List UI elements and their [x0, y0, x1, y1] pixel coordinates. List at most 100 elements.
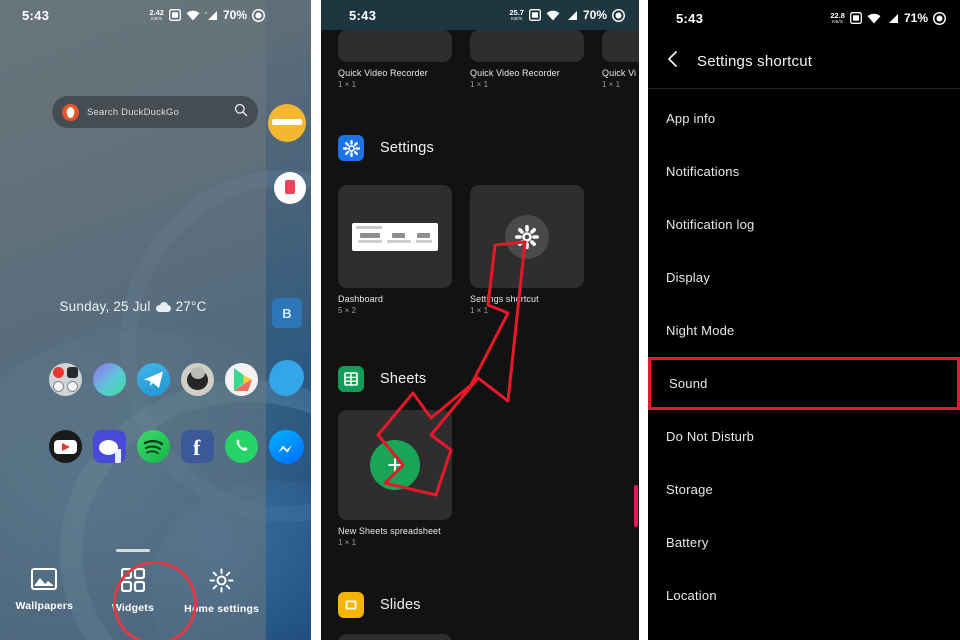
widget-thumbnail-dashboard[interactable]: [338, 185, 452, 288]
widget-thumbnail-new-sheet[interactable]: +: [338, 410, 452, 520]
widget-card-settings-shortcut[interactable]: Settings shortcut 1 × 1: [470, 185, 584, 315]
search-icon[interactable]: [234, 103, 248, 122]
widget-card[interactable]: Quick Video Recorder 1 × 1: [470, 30, 584, 89]
app-row-2: f: [49, 430, 302, 463]
list-item-app-info[interactable]: App info: [648, 92, 960, 145]
section-header-settings[interactable]: Settings: [338, 135, 434, 161]
widget-card-dashboard[interactable]: Dashboard 5 × 2: [338, 185, 452, 315]
gear-icon: [505, 214, 549, 259]
list-item-do-not-disturb[interactable]: Do Not Disturb: [648, 410, 960, 463]
widget-card[interactable]: [338, 634, 452, 640]
date-weather-widget[interactable]: Sunday, 25 Jul 27°C: [0, 299, 266, 314]
list-item-label: Battery: [666, 535, 709, 550]
wifi-icon: [546, 10, 560, 21]
app-row-1: [49, 363, 302, 396]
widget-size: 1 × 1: [470, 80, 489, 89]
search-bar[interactable]: Search DuckDuckGo: [52, 96, 258, 128]
signal-icon: x: [205, 10, 218, 21]
network-speed-indicator: 25.7 KB/S: [509, 8, 524, 21]
app-whatsapp[interactable]: [225, 430, 258, 463]
date-text: Sunday, 25 Jul: [59, 299, 151, 314]
settings-header: Settings shortcut: [648, 36, 960, 86]
app-spotify[interactable]: [137, 430, 170, 463]
settings-app-icon: [338, 135, 364, 161]
drag-handle[interactable]: [116, 549, 150, 552]
gear-icon: [209, 568, 234, 598]
wifi-icon: [186, 10, 200, 21]
wallpapers-button[interactable]: Wallpapers: [5, 568, 83, 615]
list-item-battery[interactable]: Battery: [648, 516, 960, 569]
list-item-display[interactable]: Display: [648, 251, 960, 304]
list-item-location[interactable]: Location: [648, 569, 960, 622]
next-page-peek[interactable]: B: [266, 0, 311, 640]
list-item-storage[interactable]: Storage: [648, 463, 960, 516]
widget-thumbnail[interactable]: [470, 30, 584, 62]
list-item-night-mode[interactable]: Night Mode: [648, 304, 960, 357]
widget-thumbnail[interactable]: [602, 30, 639, 62]
widget-row-slides: [338, 634, 452, 640]
widgets-highlight-circle: [113, 561, 197, 640]
app-play-store[interactable]: [225, 363, 258, 396]
status-icons: 22.8 KB/S 71%: [830, 11, 946, 25]
list-item-label: Notifications: [666, 164, 740, 179]
widget-title: Settings shortcut: [470, 294, 539, 304]
list-item-label: Notification log: [666, 217, 755, 232]
section-name: Slides: [380, 597, 421, 613]
widget-title: Dashboard: [338, 294, 383, 304]
home-action-bar: Wallpapers Widgets Home settings: [0, 544, 266, 640]
home-screen-panel: 5:43 2.42 KB/S x 70% Search DuckDuckGo S…: [0, 0, 311, 640]
widget-card[interactable]: Quick Vi 1 × 1: [602, 30, 639, 89]
signal-icon: [565, 10, 578, 21]
widget-size: 1 × 1: [338, 538, 357, 547]
image-icon: [31, 568, 58, 595]
panel-divider-2: [639, 0, 648, 640]
battery-percent: 70%: [582, 8, 607, 22]
app-telegram[interactable]: [137, 363, 170, 396]
battery-circle-icon: [933, 11, 946, 25]
section-header-sheets[interactable]: Sheets: [338, 366, 426, 392]
app-facebook[interactable]: f: [181, 430, 214, 463]
peek-icon-3: B: [272, 298, 302, 328]
settings-shortcut-panel: 5:43 22.8 KB/S 71% Settings shortcut App…: [648, 0, 960, 640]
app-photo[interactable]: [181, 363, 214, 396]
duckduckgo-icon: [62, 103, 79, 121]
screenshot-stage: 5:43 2.42 KB/S x 70% Search DuckDuckGo S…: [0, 0, 960, 640]
google-slides-icon: [338, 592, 364, 618]
header-divider: [648, 88, 960, 89]
status-bar-settings: 5:43 22.8 KB/S 71%: [648, 0, 960, 36]
battery-percent: 70%: [222, 8, 247, 22]
widget-title: Quick Video Recorder: [470, 68, 560, 78]
peek-icon-1: [268, 104, 306, 142]
list-item-label: Display: [666, 270, 711, 285]
status-icons: 25.7 KB/S 70%: [509, 8, 625, 22]
widget-card[interactable]: Quick Video Recorder 1 × 1: [338, 30, 452, 89]
widget-thumbnail-settings-shortcut[interactable]: [470, 185, 584, 288]
cloud-icon: [155, 301, 171, 312]
peek-icon-5: [270, 430, 304, 464]
google-sheets-icon: [338, 366, 364, 392]
app-youtube[interactable]: [49, 430, 82, 463]
app-folder[interactable]: [49, 363, 82, 396]
wallpapers-label: Wallpapers: [15, 600, 74, 612]
sim-card-icon: [850, 12, 862, 24]
widget-card-new-sheet[interactable]: + New Sheets spreadsheet 1 × 1: [338, 410, 452, 547]
network-speed-indicator: 2.42 KB/S: [149, 8, 164, 21]
list-item-notifications[interactable]: Notifications: [648, 145, 960, 198]
search-input[interactable]: Search DuckDuckGo: [87, 107, 234, 118]
widget-thumbnail[interactable]: [338, 30, 452, 62]
widget-thumbnail[interactable]: [338, 634, 452, 640]
battery-circle-icon: [612, 8, 625, 22]
peek-icon-4: [270, 360, 304, 394]
app-reddit[interactable]: [93, 430, 126, 463]
app-health[interactable]: [93, 363, 126, 396]
list-item-label: Sound: [669, 376, 708, 391]
status-time: 5:43: [349, 7, 377, 23]
section-header-slides[interactable]: Slides: [338, 592, 421, 618]
signal-icon: [886, 13, 899, 24]
widget-size: 1 × 1: [470, 306, 489, 315]
scrollbar[interactable]: [634, 485, 638, 527]
list-item-notification-log[interactable]: Notification log: [648, 198, 960, 251]
svg-text:x: x: [205, 10, 207, 15]
back-chevron-icon[interactable]: [666, 50, 679, 73]
list-item-sound[interactable]: Sound: [648, 357, 960, 410]
